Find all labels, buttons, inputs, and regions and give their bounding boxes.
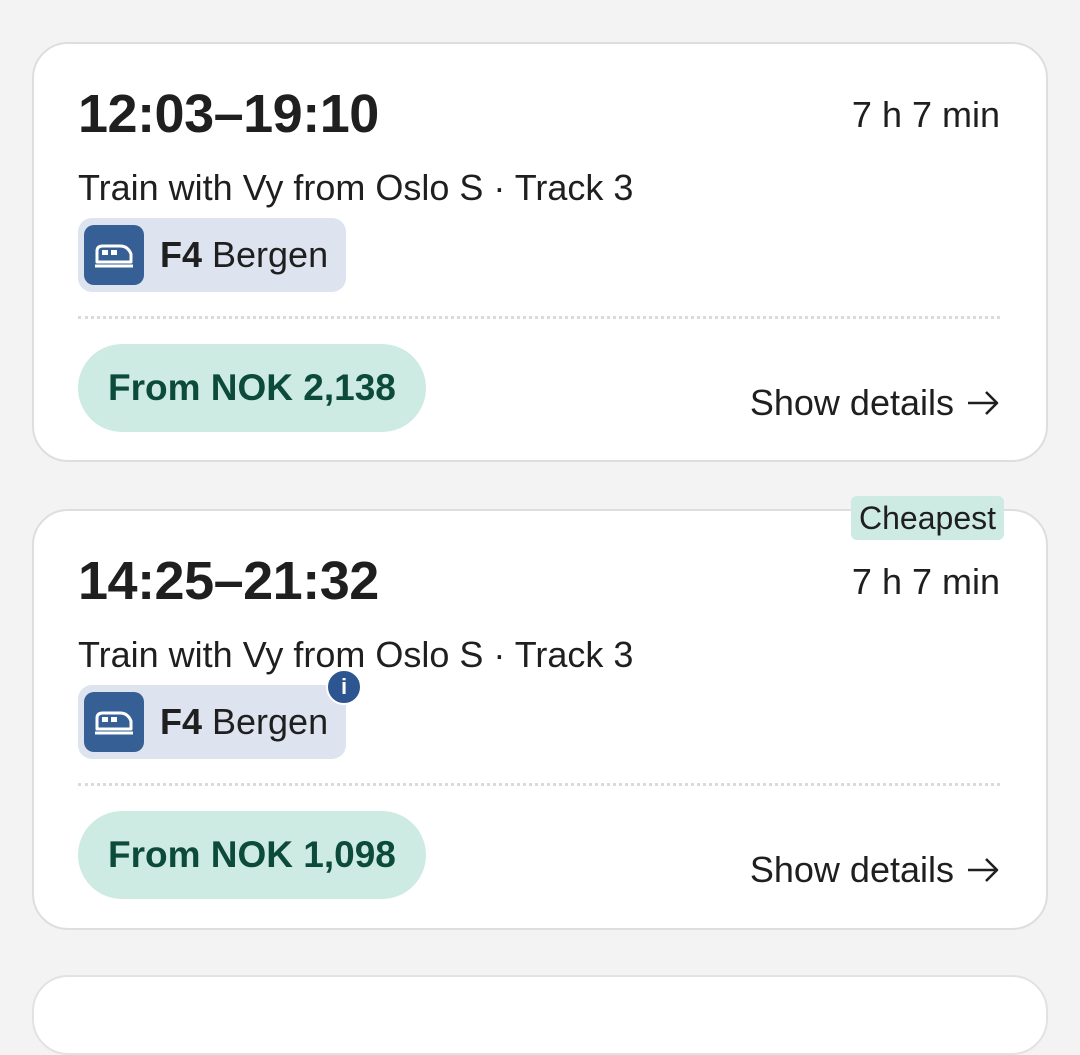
arrow-right-icon [966,390,1000,416]
journey-route: Train with Vy from Oslo S · Track 3 [78,634,634,675]
line-chip: F4 Bergen [78,218,347,292]
info-icon[interactable]: i [326,669,363,705]
divider [78,316,1000,319]
journey-duration: 7 h 7 min [851,561,1000,602]
show-details-label: Show details [749,849,954,890]
cheapest-badge: Cheapest [851,496,1004,540]
journey-duration: 7 h 7 min [851,94,1000,135]
divider [78,783,1000,786]
arrow-right-icon [966,857,1000,883]
show-details-label: Show details [749,382,954,423]
price-pill[interactable]: From NOK 1,098 [78,811,426,899]
train-icon [84,225,144,285]
line-destination: Bergen [212,234,329,275]
line-chip: F4 Bergen i [78,669,363,759]
show-details-link[interactable]: Show details [750,849,1000,891]
price-pill[interactable]: From NOK 2,138 [78,344,426,432]
journey-times: 14:25–21:32 [78,551,379,611]
journey-card[interactable]: 12:03–19:10 7 h 7 min Train with Vy from… [32,42,1048,462]
train-icon [84,692,144,752]
journey-times: 12:03–19:10 [78,84,379,144]
journey-card[interactable]: 14:25–21:32 7 h 7 min Train with Vy from… [32,509,1048,930]
line-destination: Bergen [212,701,329,742]
next-journey-card[interactable] [32,975,1048,1055]
line-code: F4 [160,701,203,742]
line-code: F4 [160,234,203,275]
journey-route: Train with Vy from Oslo S · Track 3 [78,167,634,208]
show-details-link[interactable]: Show details [750,382,1000,424]
